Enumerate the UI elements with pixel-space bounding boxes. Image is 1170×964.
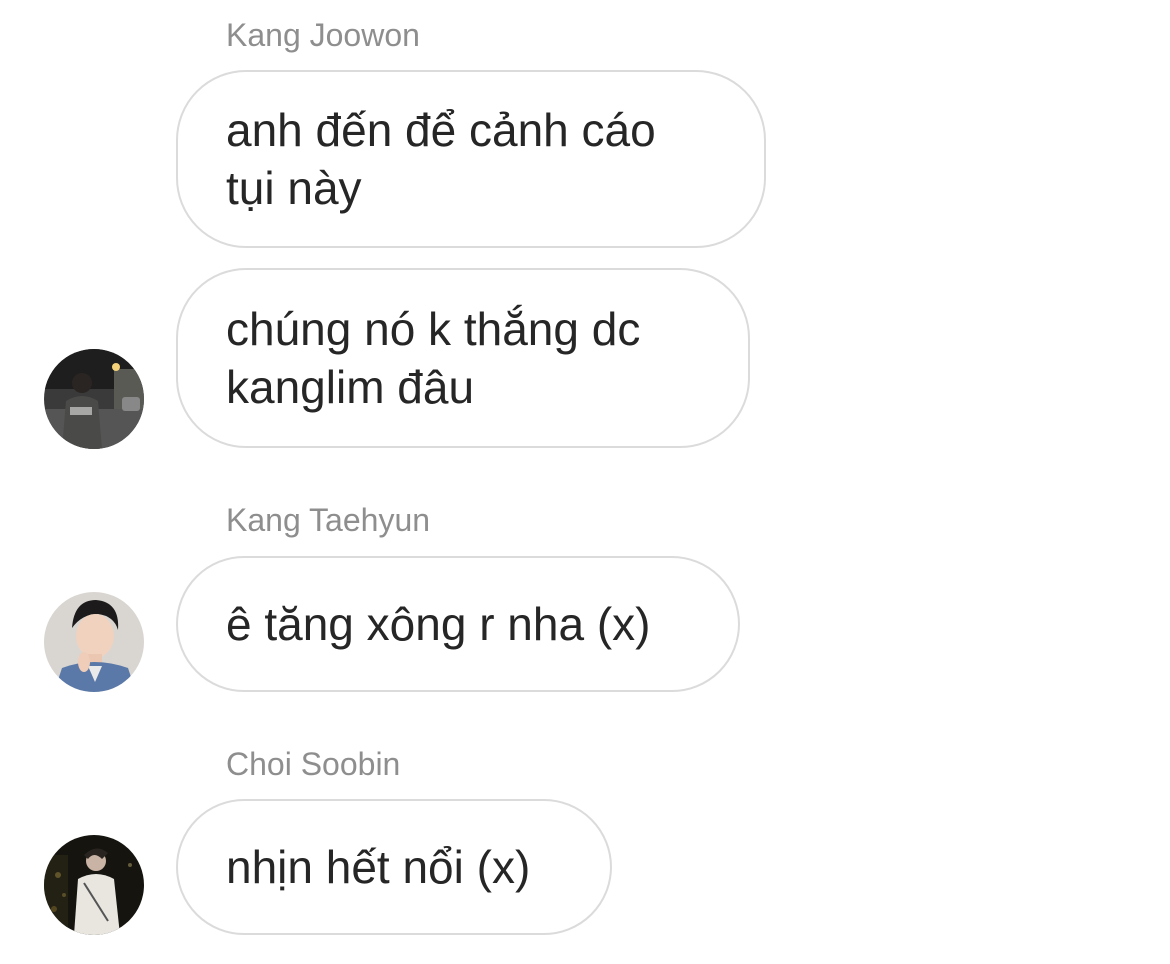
night-photo-avatar-icon (44, 835, 144, 935)
message-bubble[interactable]: nhịn hết nổi (x) (176, 799, 612, 935)
sender-name-choi-soobin: Choi Soobin (226, 746, 401, 782)
message-bubble[interactable]: chúng nó k thắng dc kanglim đâu (176, 268, 750, 448)
avatar-choi-soobin[interactable] (44, 835, 144, 935)
message-bubble[interactable]: anh đến để cảnh cáo tụi này (176, 70, 766, 248)
avatar-kang-joowon[interactable] (44, 349, 144, 449)
message-text: anh đến để cảnh cáo tụi này (226, 104, 656, 214)
avatar-kang-taehyun[interactable] (44, 592, 144, 692)
message-bubble[interactable]: ê tăng xông r nha (x) (176, 556, 740, 692)
sender-name-kang-taehyun: Kang Taehyun (226, 502, 431, 538)
street-photo-avatar-icon (44, 349, 144, 449)
portrait-avatar-icon (44, 592, 144, 692)
message-text: nhịn hết nổi (x) (226, 841, 531, 893)
sender-name-kang-joowon: Kang Joowon (226, 17, 420, 53)
message-text: chúng nó k thắng dc kanglim đâu (226, 303, 641, 413)
message-text: ê tăng xông r nha (x) (226, 598, 651, 650)
